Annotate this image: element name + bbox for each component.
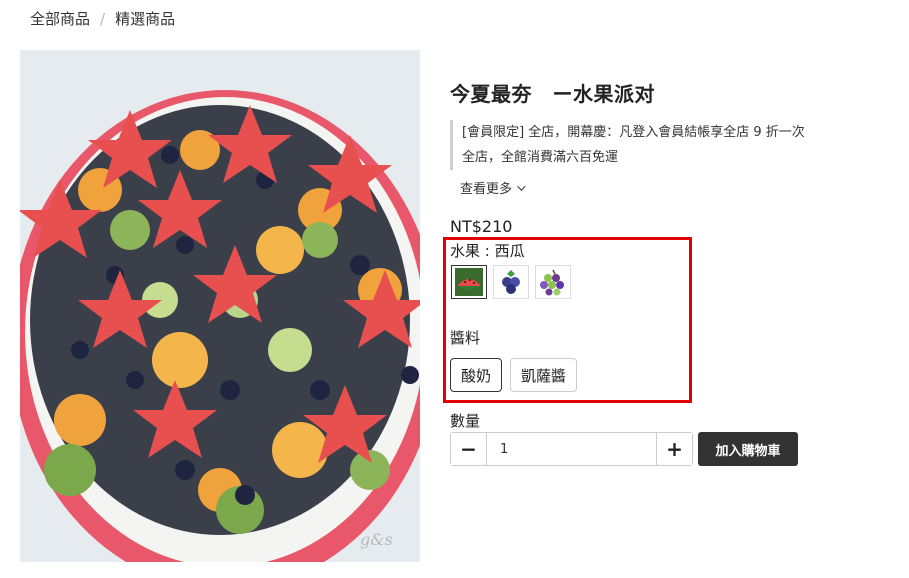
product-price: NT$210	[450, 217, 513, 236]
product-title: 今夏最夯 ー水果派对	[450, 82, 655, 106]
watermelon-icon	[455, 268, 483, 296]
sauce-option-yogurt[interactable]: 酸奶	[450, 358, 503, 392]
add-to-cart-button[interactable]: 加入購物車	[698, 432, 798, 466]
sauce-variant-label: 醬料	[450, 329, 481, 347]
quantity-decrease-button[interactable]: −	[451, 433, 487, 465]
see-more-label: 查看更多	[460, 182, 513, 197]
see-more-link[interactable]: 查看更多	[460, 178, 526, 197]
promo-block: [會員限定] 全店，開幕慶：凡登入會員結帳享全店 9 折一次 全店，全館消費滿六…	[450, 120, 850, 170]
fruit-swatches	[451, 265, 571, 299]
quantity-input[interactable]: 1	[487, 433, 656, 465]
quantity-label: 數量	[450, 412, 481, 430]
promo-line: [會員限定] 全店，開幕慶：凡登入會員結帳享全店 9 折一次	[462, 125, 805, 140]
fruit-variant-label: 水果 : 西瓜	[450, 242, 525, 260]
quantity-increase-button[interactable]: +	[656, 433, 692, 465]
promo-line: 全店，全館消費滿六百免運	[462, 150, 619, 165]
grape-icon	[540, 269, 564, 296]
breadcrumb-featured[interactable]: 精選商品	[115, 8, 175, 29]
blueberry-icon	[502, 270, 520, 294]
swatch-blueberry[interactable]	[493, 265, 529, 299]
sauce-options: 酸奶 凱薩醬	[450, 358, 578, 392]
sauce-option-caesar[interactable]: 凱薩醬	[510, 358, 578, 392]
breadcrumb-separator: /	[100, 9, 106, 28]
product-image: g&s	[20, 50, 420, 562]
quantity-stepper: − 1 +	[450, 432, 693, 466]
breadcrumb-all-products[interactable]: 全部商品	[30, 8, 90, 29]
swatch-grape[interactable]	[535, 265, 571, 299]
breadcrumb: 全部商品 / 精選商品	[30, 8, 175, 29]
watermark-icon: g&s	[360, 530, 393, 549]
swatch-watermelon[interactable]	[451, 265, 487, 299]
chevron-down-icon	[517, 181, 526, 191]
